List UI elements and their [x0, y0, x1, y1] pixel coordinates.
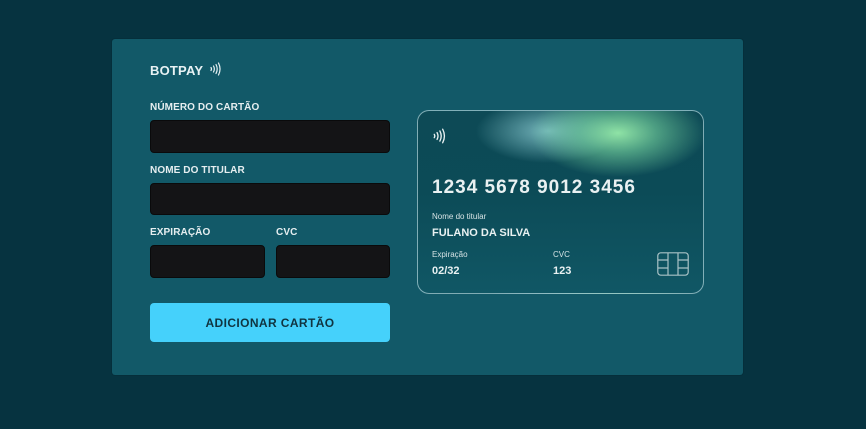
- card-number-label: NÚMERO DO CARTÃO: [150, 102, 260, 113]
- cvc-label: CVC: [276, 227, 298, 238]
- card-preview: 1234 5678 9012 3456 Nome do titular FULA…: [417, 110, 704, 294]
- expiration-display: 02/32: [432, 265, 460, 277]
- holder-display: FULANO DA SILVA: [432, 227, 531, 239]
- brand: BOTPAY: [150, 61, 225, 80]
- contactless-icon: [432, 127, 450, 150]
- holder-name-label: NOME DO TITULAR: [150, 165, 245, 176]
- add-card-button[interactable]: ADICIONAR CARTÃO: [150, 303, 390, 342]
- cvc-caption: CVC: [553, 250, 570, 259]
- brand-name: BOTPAY: [150, 63, 204, 78]
- cvc-display: 123: [553, 265, 572, 277]
- expiration-label: EXPIRAÇÃO: [150, 227, 211, 238]
- card-number-display: 1234 5678 9012 3456: [432, 177, 636, 198]
- payment-panel: BOTPAY NÚMERO DO CARTÃO NOME DO TITULAR …: [112, 39, 743, 375]
- contactless-icon: [209, 61, 225, 80]
- card-number-input[interactable]: [150, 120, 390, 153]
- cvc-input[interactable]: [276, 245, 390, 278]
- expiration-caption: Expiração: [432, 250, 468, 259]
- holder-caption: Nome do titular: [432, 212, 487, 221]
- holder-name-input[interactable]: [150, 183, 390, 215]
- chip-icon: [657, 252, 689, 281]
- expiration-input[interactable]: [150, 245, 265, 278]
